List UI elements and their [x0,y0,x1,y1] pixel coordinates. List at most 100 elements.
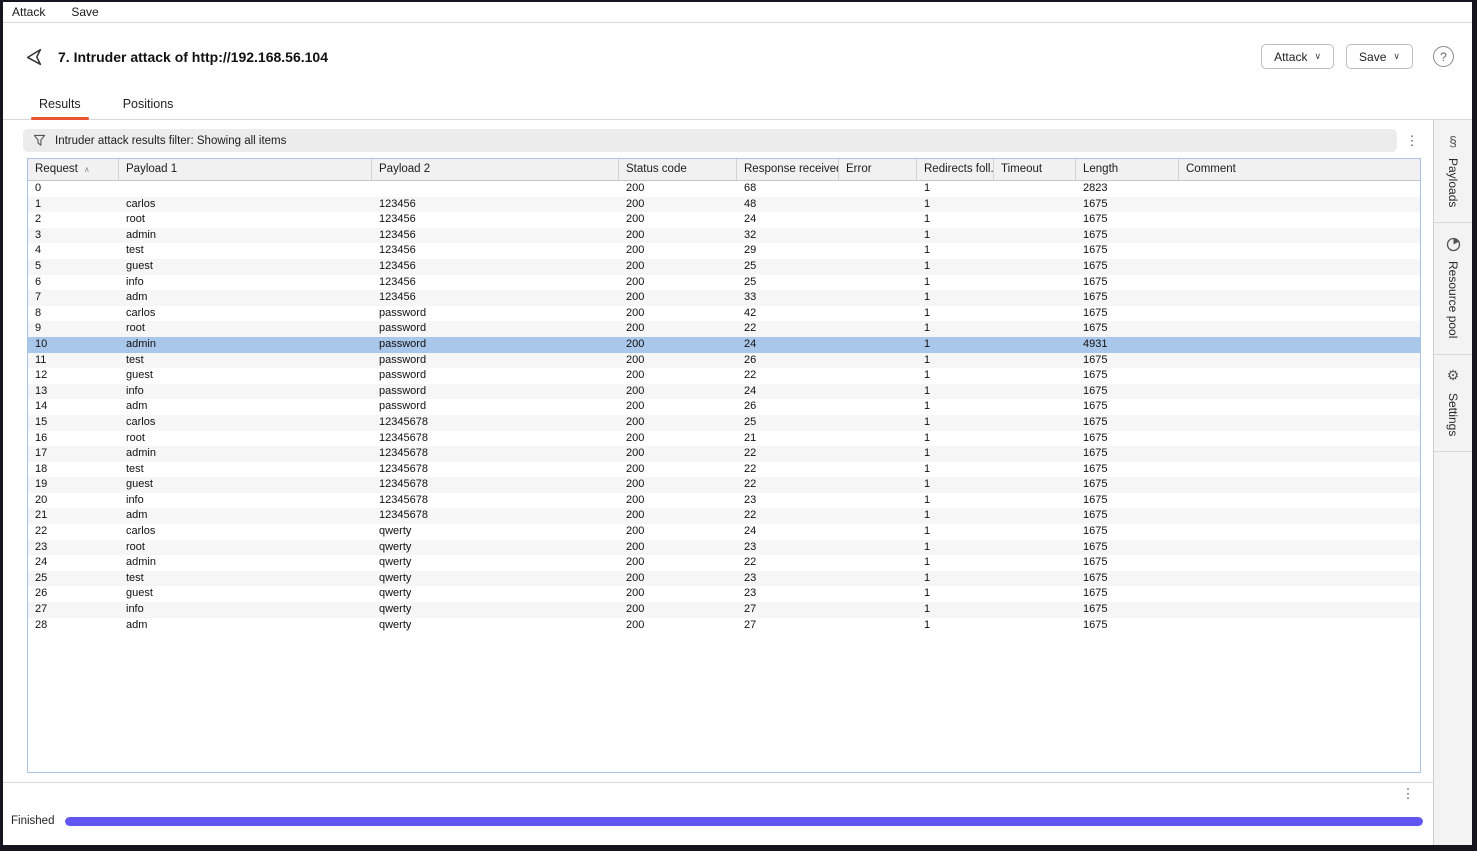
column-header-status-code[interactable]: Status code [619,159,737,180]
settings-sidebar: § Payloads Resource pool ⚙ Settings [1433,120,1472,845]
content-area: Intruder attack results filter: Showing … [3,120,1472,845]
table-row[interactable]: 24 admin qwerty 200 22 1 1675 [28,555,1420,571]
table-row[interactable]: 25 test qwerty 200 23 1 1675 [28,571,1420,587]
cell-timeout [994,290,1076,306]
table-row[interactable]: 19 guest 12345678 200 22 1 1675 [28,477,1420,493]
cell-payload1: test [119,462,372,478]
table-row[interactable]: 26 guest qwerty 200 23 1 1675 [28,586,1420,602]
table-row[interactable]: 14 adm password 200 26 1 1675 [28,399,1420,415]
cell-payload2: 12345678 [372,493,619,509]
cell-timeout [994,618,1076,634]
table-row[interactable]: 16 root 12345678 200 21 1 1675 [28,431,1420,447]
cell-response-received: 29 [737,243,839,259]
cell-response-received: 26 [737,353,839,369]
column-header-request[interactable]: Request ∧ [28,159,119,180]
column-header-response-received[interactable]: Response received [737,159,839,180]
cell-redirects: 1 [917,181,994,197]
table-row[interactable]: 18 test 12345678 200 22 1 1675 [28,462,1420,478]
cell-payload1: adm [119,290,372,306]
column-header-payload1[interactable]: Payload 1 [119,159,372,180]
table-row[interactable]: 6 info 123456 200 25 1 1675 [28,275,1420,291]
cell-payload2: qwerty [372,555,619,571]
table-row[interactable]: 5 guest 123456 200 25 1 1675 [28,259,1420,275]
cell-timeout [994,384,1076,400]
table-row[interactable]: 13 info password 200 24 1 1675 [28,384,1420,400]
cell-request: 18 [28,462,119,478]
cell-request: 28 [28,618,119,634]
cell-request: 21 [28,508,119,524]
column-header-length[interactable]: Length [1076,159,1179,180]
column-header-error[interactable]: Error [839,159,917,180]
table-row[interactable]: 7 adm 123456 200 33 1 1675 [28,290,1420,306]
table-row[interactable]: 22 carlos qwerty 200 24 1 1675 [28,524,1420,540]
table-row[interactable]: 8 carlos password 200 42 1 1675 [28,306,1420,322]
table-row[interactable]: 0 200 68 1 2823 [28,181,1420,197]
sort-ascending-icon: ∧ [84,159,90,180]
cell-request: 8 [28,306,119,322]
cell-timeout [994,212,1076,228]
cell-comment [1179,462,1420,478]
cell-comment [1179,321,1420,337]
cell-comment [1179,384,1420,400]
help-icon[interactable]: ? [1433,46,1454,67]
cell-status-code: 200 [619,321,737,337]
column-header-comment[interactable]: Comment [1179,159,1420,180]
sidebar-tab-settings[interactable]: ⚙ Settings [1434,355,1472,451]
cell-redirects: 1 [917,477,994,493]
menu-save[interactable]: Save [71,5,98,19]
cell-error [839,228,917,244]
table-row[interactable]: 1 carlos 123456 200 48 1 1675 [28,197,1420,213]
cell-response-received: 22 [737,555,839,571]
results-filter-bar[interactable]: Intruder attack results filter: Showing … [23,129,1397,152]
cell-payload1: root [119,321,372,337]
table-row[interactable]: 21 adm 12345678 200 22 1 1675 [28,508,1420,524]
tab-results[interactable]: Results [33,91,87,119]
table-row[interactable]: 11 test password 200 26 1 1675 [28,353,1420,369]
cell-error [839,212,917,228]
cell-length: 1675 [1076,306,1179,322]
sidebar-tab-payloads[interactable]: § Payloads [1434,120,1472,222]
cell-redirects: 1 [917,290,994,306]
cell-payload2: 12345678 [372,446,619,462]
intruder-attack-window: Attack Save 7. Intruder attack of http:/… [0,0,1477,851]
cell-redirects: 1 [917,586,994,602]
table-row[interactable]: 9 root password 200 22 1 1675 [28,321,1420,337]
cell-request: 6 [28,275,119,291]
column-header-timeout[interactable]: Timeout [994,159,1076,180]
table-row[interactable]: 23 root qwerty 200 23 1 1675 [28,540,1420,556]
tab-positions[interactable]: Positions [117,91,180,119]
save-dropdown-button[interactable]: Save ∨ [1346,44,1413,69]
table-row[interactable]: 20 info 12345678 200 23 1 1675 [28,493,1420,509]
column-header-redirects[interactable]: Redirects foll... [917,159,994,180]
cell-timeout [994,524,1076,540]
cell-length: 1675 [1076,321,1179,337]
cell-payload1: root [119,431,372,447]
filter-kebab-menu-icon[interactable]: ⋮ [1397,134,1427,147]
column-header-payload2[interactable]: Payload 2 [372,159,619,180]
table-row[interactable]: 10 admin password 200 24 1 4931 [28,337,1420,353]
table-row[interactable]: 28 adm qwerty 200 27 1 1675 [28,618,1420,634]
cell-timeout [994,493,1076,509]
cell-comment [1179,493,1420,509]
table-row[interactable]: 4 test 123456 200 29 1 1675 [28,243,1420,259]
cell-request: 24 [28,555,119,571]
results-table: Request ∧ Payload 1 Payload 2 Status cod… [27,158,1421,773]
cell-redirects: 1 [917,353,994,369]
table-row[interactable]: 17 admin 12345678 200 22 1 1675 [28,446,1420,462]
table-row[interactable]: 15 carlos 12345678 200 25 1 1675 [28,415,1420,431]
cell-status-code: 200 [619,384,737,400]
sidebar-tab-resource-pool[interactable]: Resource pool [1434,223,1472,353]
cell-comment [1179,540,1420,556]
table-row[interactable]: 12 guest password 200 22 1 1675 [28,368,1420,384]
table-row[interactable]: 27 info qwerty 200 27 1 1675 [28,602,1420,618]
table-row[interactable]: 2 root 123456 200 24 1 1675 [28,212,1420,228]
cell-request: 12 [28,368,119,384]
cell-length: 1675 [1076,493,1179,509]
cell-status-code: 200 [619,462,737,478]
table-row[interactable]: 3 admin 123456 200 32 1 1675 [28,228,1420,244]
menu-attack[interactable]: Attack [12,5,45,19]
cell-comment [1179,586,1420,602]
bottom-kebab-row: ⋮ [3,783,1433,803]
bottom-kebab-menu-icon[interactable]: ⋮ [1393,787,1423,800]
attack-dropdown-button[interactable]: Attack ∨ [1261,44,1334,69]
